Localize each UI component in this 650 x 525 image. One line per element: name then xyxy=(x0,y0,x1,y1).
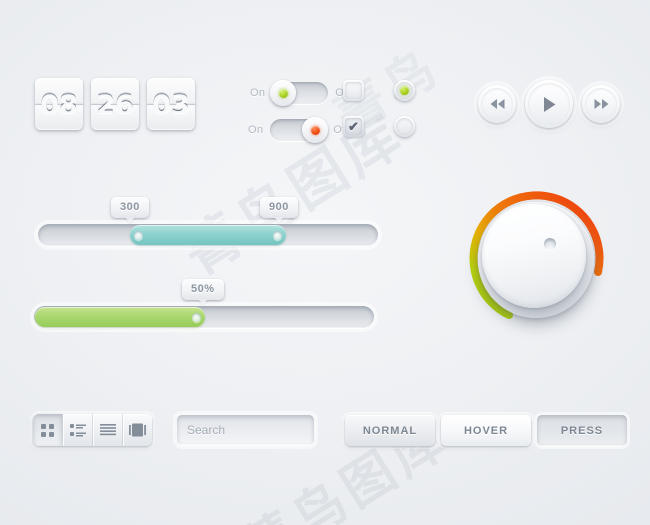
flip-clock-hours: 08 xyxy=(35,78,83,130)
knob-indicator-dot xyxy=(544,238,556,250)
rewind-icon xyxy=(490,99,504,109)
hover-button[interactable]: HOVER xyxy=(441,415,531,446)
toggle-knob-2[interactable] xyxy=(302,117,329,143)
range-slider-track[interactable] xyxy=(38,224,378,246)
press-button[interactable]: PRESS xyxy=(537,415,627,446)
rewind-button[interactable] xyxy=(478,85,516,123)
range-slider-min-tooltip: 300 xyxy=(111,197,149,218)
range-slider-max-tooltip: 900 xyxy=(260,197,298,218)
range-slider-handle-max[interactable] xyxy=(273,230,283,240)
progress-slider-fill[interactable] xyxy=(35,307,205,327)
play-button[interactable] xyxy=(525,80,573,128)
checkmark-icon: ✔ xyxy=(348,119,359,134)
choice-row-top xyxy=(343,80,415,101)
ui-kit-canvas: 菁鸟 菁鸟图库 菁鸟图库 08 26 03 On Off On Off xyxy=(0,0,650,525)
flip-clock-minutes-value: 26 xyxy=(96,88,134,120)
toggle-knob[interactable] xyxy=(270,80,297,106)
radio-indicator-green-dot xyxy=(400,86,409,95)
sidebar-item-grid-view[interactable] xyxy=(33,414,63,446)
flip-clock-seconds: 03 xyxy=(147,78,195,130)
radio-unchecked[interactable] xyxy=(394,116,415,137)
forward-button[interactable] xyxy=(582,85,620,123)
list-icon xyxy=(99,423,116,435)
flip-clock-seconds-value: 03 xyxy=(152,88,190,120)
search-field[interactable] xyxy=(177,415,360,445)
coverflow-icon xyxy=(129,423,146,437)
checkbox-unchecked[interactable] xyxy=(343,80,364,101)
grid-icon xyxy=(41,423,54,437)
range-slider-handle-min[interactable] xyxy=(133,230,143,240)
toggle-switch-red[interactable] xyxy=(270,117,329,143)
toggle-on-label-2: On xyxy=(248,124,264,136)
knob-face[interactable] xyxy=(482,204,586,308)
toggle-indicator-green-dot xyxy=(278,88,288,98)
progress-slider-handle[interactable] xyxy=(192,312,201,322)
toggle-switch-row-off: On Off xyxy=(248,117,349,143)
list-detail-icon xyxy=(69,424,86,437)
toggle-switch-row-on: On Off xyxy=(250,80,351,106)
play-icon xyxy=(543,96,555,112)
fast-forward-icon xyxy=(594,99,608,109)
toggle-indicator-red-dot xyxy=(310,125,320,135)
progress-slider-tooltip: 50% xyxy=(182,279,224,300)
sidebar-item-coverflow-view[interactable] xyxy=(123,414,152,446)
choice-controls: ✔ xyxy=(343,80,415,152)
flip-clock-hours-value: 08 xyxy=(40,88,78,120)
flip-clock-minutes: 26 xyxy=(91,78,139,130)
view-segmented-control xyxy=(33,414,152,446)
toggle-switch-green[interactable] xyxy=(270,80,329,106)
radio-checked[interactable] xyxy=(394,80,415,101)
toggle-on-label: On xyxy=(250,87,266,99)
choice-row-bottom: ✔ xyxy=(343,116,415,137)
checkbox-checked[interactable]: ✔ xyxy=(343,116,364,137)
search-input[interactable] xyxy=(177,423,348,437)
progress-slider-track[interactable] xyxy=(34,306,374,328)
media-controls xyxy=(478,80,620,128)
flip-clock: 08 26 03 xyxy=(35,78,195,130)
normal-button[interactable]: NORMAL xyxy=(345,415,435,446)
sidebar-item-list-detail-view[interactable] xyxy=(63,414,93,446)
range-slider-fill[interactable] xyxy=(129,225,287,245)
sidebar-item-list-view[interactable] xyxy=(93,414,123,446)
volume-knob[interactable] xyxy=(463,188,613,350)
